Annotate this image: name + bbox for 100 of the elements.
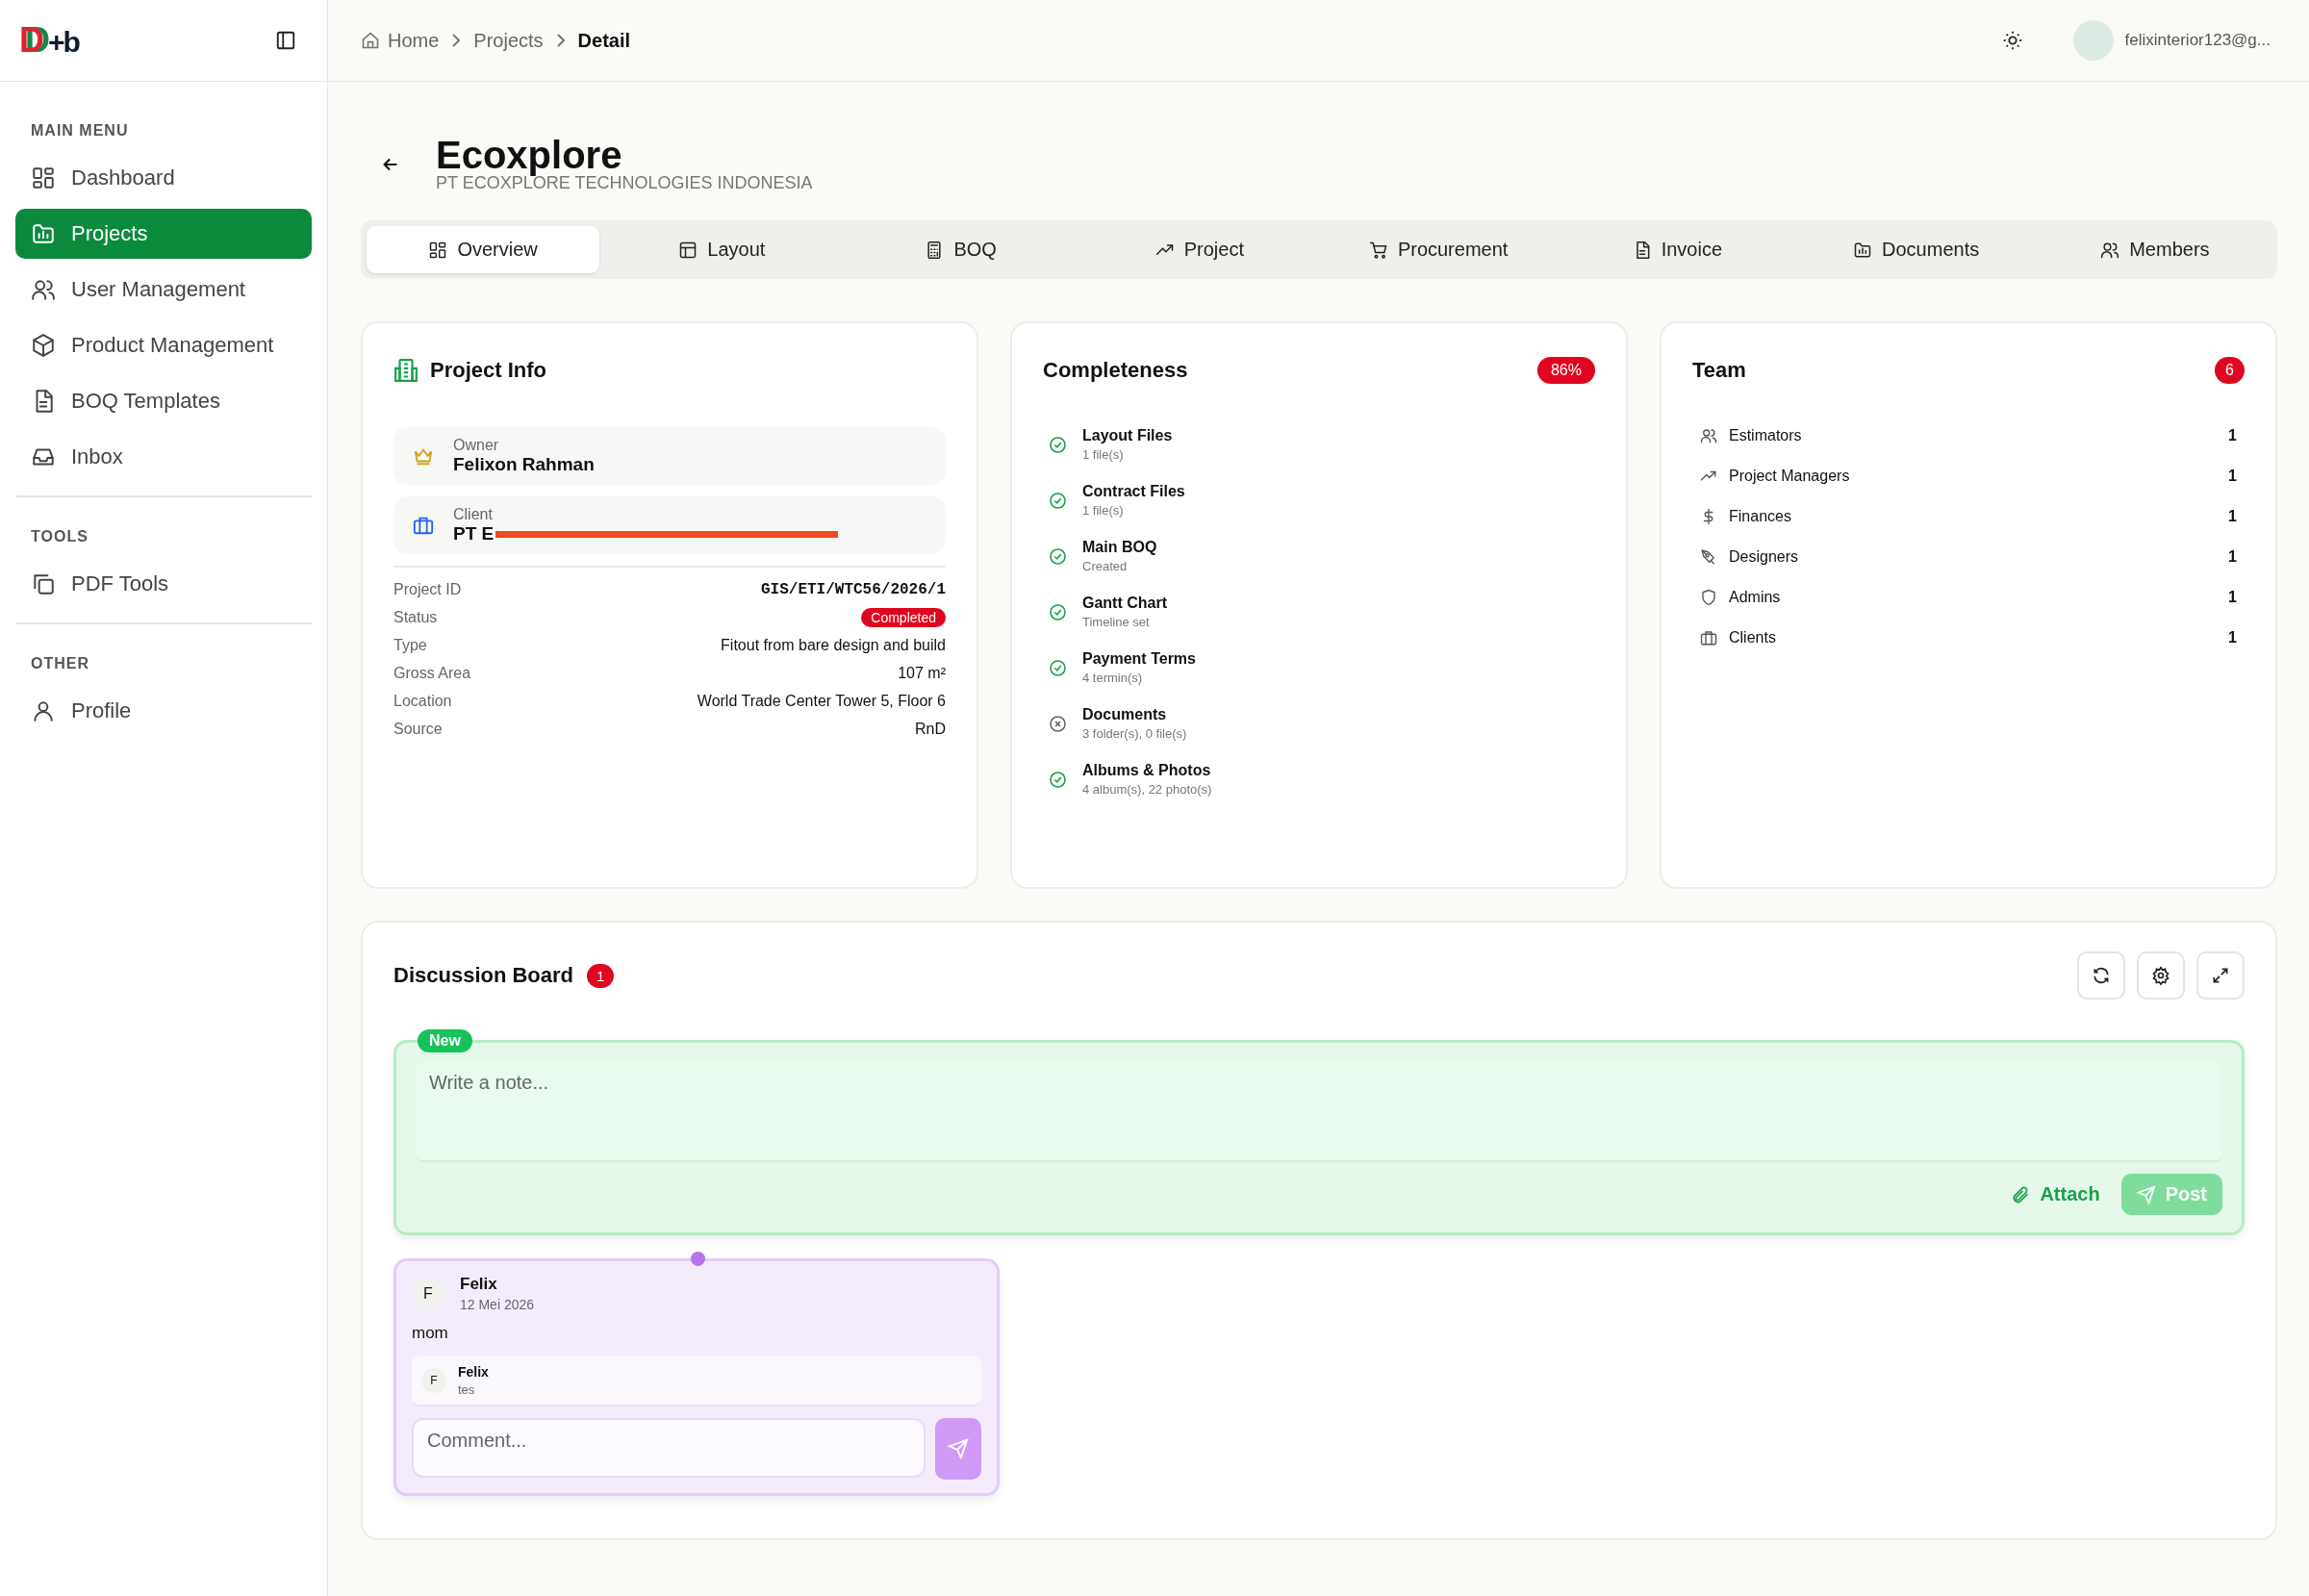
sidebar-item[interactable]: Projects (15, 209, 312, 259)
role-count: 1 (2228, 508, 2237, 525)
chevron-icon (556, 34, 565, 47)
new-badge: New (418, 1029, 472, 1052)
tab[interactable]: Overview (367, 226, 600, 273)
briefcase-icon (413, 515, 434, 536)
note-text: mom (412, 1324, 449, 1343)
users-icon (31, 277, 56, 302)
breadcrumb-link[interactable]: Detail (577, 29, 631, 52)
field-label: Status (393, 608, 438, 626)
settings-button[interactable] (2137, 951, 2185, 1000)
role-count: 1 (2228, 589, 2237, 606)
item-detail: 1 file(s) (1082, 447, 1125, 462)
item-detail: 4 album(s), 22 photo(s) (1082, 782, 1212, 797)
logo: D +b (19, 20, 79, 61)
item-title: Contract Files (1082, 483, 1185, 500)
field-value: World Trade Center Tower 5, Floor 6 (697, 692, 946, 710)
card-title: Completeness (1043, 358, 1188, 383)
paperclip-icon (2011, 1184, 2031, 1204)
comment-field[interactable]: Comment... (412, 1418, 926, 1478)
send-icon (2136, 1184, 2156, 1204)
layout-icon (678, 240, 698, 260)
home-icon (361, 31, 380, 50)
item-detail: 4 termin(s) (1082, 671, 1144, 685)
field-value: 107 m² (898, 664, 946, 682)
section-heading: OTHER (30, 654, 90, 673)
refresh-icon (2092, 966, 2111, 985)
breadcrumb-link[interactable]: Projects (473, 29, 544, 52)
card-title: Team (1692, 358, 1746, 383)
item-detail: 3 folder(s), 0 file(s) (1082, 726, 1187, 741)
item-title: Main BOQ (1082, 539, 1157, 556)
tab[interactable]: Project (1082, 226, 1316, 273)
avatar: F (412, 1277, 444, 1310)
role-label: Clients (1729, 629, 1777, 646)
tab[interactable]: Layout (605, 226, 839, 273)
tab[interactable]: BOQ (844, 226, 1078, 273)
role-count: 1 (2228, 629, 2237, 646)
role-count: 1 (2228, 548, 2237, 566)
note-date: 12 Mei 2026 (460, 1297, 535, 1312)
user-icon (31, 698, 56, 723)
role-label: Finances (1729, 508, 1792, 525)
avatar: F (421, 1368, 446, 1393)
count-badge: 1 (587, 963, 615, 988)
item-detail: Created (1082, 559, 1129, 573)
percent-badge: 86% (1536, 357, 1595, 384)
section-heading: MAIN MENU (30, 121, 130, 140)
field-label: Gross Area (393, 664, 471, 682)
tab[interactable]: Members (2038, 226, 2271, 273)
field-value: GIS/ETI/WTC56/2026/1 (760, 580, 946, 598)
shield-icon (1700, 589, 1717, 606)
role-count: 1 (2228, 468, 2237, 485)
field-value: RnD (915, 720, 946, 738)
field-label: Owner (453, 437, 500, 454)
role-label: Project Managers (1729, 468, 1851, 485)
field-value: Fitout from bare design and build (721, 636, 946, 654)
tab[interactable]: Invoice (1560, 226, 1794, 273)
user-email[interactable]: felixinterior123@g... (2124, 31, 2271, 50)
sidebar-item[interactable]: Product Management (15, 320, 312, 370)
item-title: Documents (1082, 706, 1168, 723)
sun-icon[interactable] (2001, 30, 2023, 51)
status-badge: Completed (861, 607, 946, 627)
breadcrumb-link[interactable]: Home (361, 29, 440, 52)
chevron-icon (452, 34, 461, 47)
folder-icon (31, 221, 56, 246)
sidebar-item[interactable]: BOQ Templates (15, 376, 312, 426)
section-heading: TOOLS (30, 527, 89, 546)
owner-name: Felixon Rahman (453, 454, 595, 475)
sidebar-item[interactable]: Inbox (15, 432, 312, 482)
comment-author: Felix (458, 1364, 489, 1380)
field-label: Location (393, 692, 452, 710)
comment-text: tes (458, 1382, 476, 1397)
field-label: Client (453, 506, 494, 523)
sidebar-item[interactable]: PDF Tools (15, 559, 312, 609)
project-title: Ecoxplore (436, 134, 623, 176)
cart-icon (1368, 240, 1388, 260)
expand-button[interactable] (2196, 951, 2245, 1000)
tab[interactable]: Procurement (1322, 226, 1556, 273)
item-title: Albums & Photos (1082, 762, 1212, 779)
sidebar-item[interactable]: User Management (15, 265, 312, 315)
item-detail: Timeline set (1082, 615, 1151, 629)
role-count: 1 (2228, 427, 2237, 444)
grid-icon (428, 240, 448, 260)
item-title: Payment Terms (1082, 650, 1196, 668)
pen-icon (1700, 548, 1717, 566)
role-label: Admins (1729, 589, 1782, 606)
copy-icon (31, 571, 56, 596)
role-label: Designers (1729, 548, 1800, 566)
role-label: Estimators (1729, 427, 1803, 444)
sidebar-item[interactable]: Profile (15, 686, 312, 736)
sidebar-toggle-icon[interactable] (275, 30, 296, 51)
settings-icon (2151, 966, 2170, 985)
sidebar-item[interactable]: Dashboard (15, 153, 312, 203)
pin-dot (691, 1252, 705, 1266)
note-input[interactable]: Write a note... (416, 1062, 2222, 1162)
item-title: Layout Files (1082, 427, 1173, 444)
note-author: Felix (460, 1275, 498, 1294)
field-label: Type (393, 636, 427, 654)
refresh-button[interactable] (2077, 951, 2125, 1000)
card-title: Discussion Board (393, 963, 574, 988)
tab[interactable]: Documents (1799, 226, 2033, 273)
